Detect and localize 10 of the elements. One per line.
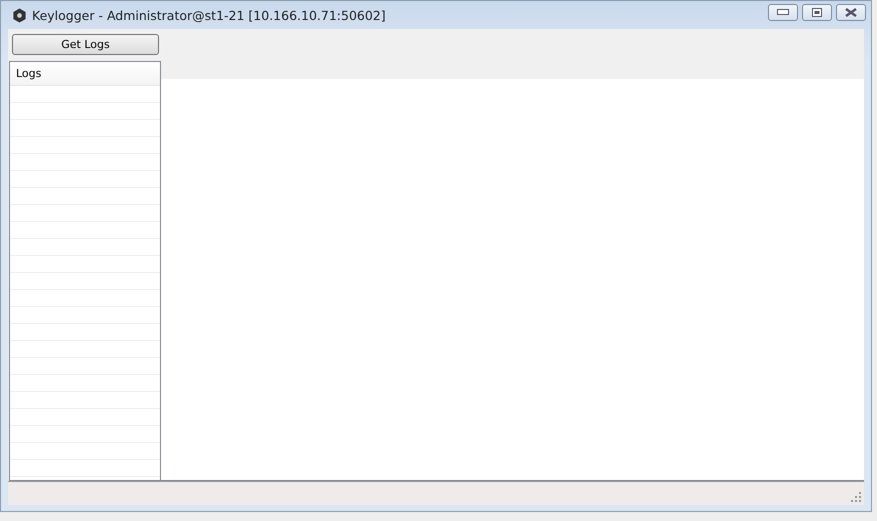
close-icon [845, 8, 857, 16]
maximize-icon [812, 8, 822, 16]
get-logs-button[interactable]: Get Logs [12, 34, 159, 55]
hexagon-icon [12, 8, 27, 22]
window-title: Keylogger - Administrator@st1-21 [10.166.10.71:50602] [32, 8, 386, 22]
resize-grip-icon [851, 492, 861, 502]
close-button[interactable] [836, 4, 866, 20]
minimize-icon [777, 9, 789, 15]
minimize-button[interactable] [768, 4, 798, 20]
maximize-button[interactable] [802, 4, 832, 20]
